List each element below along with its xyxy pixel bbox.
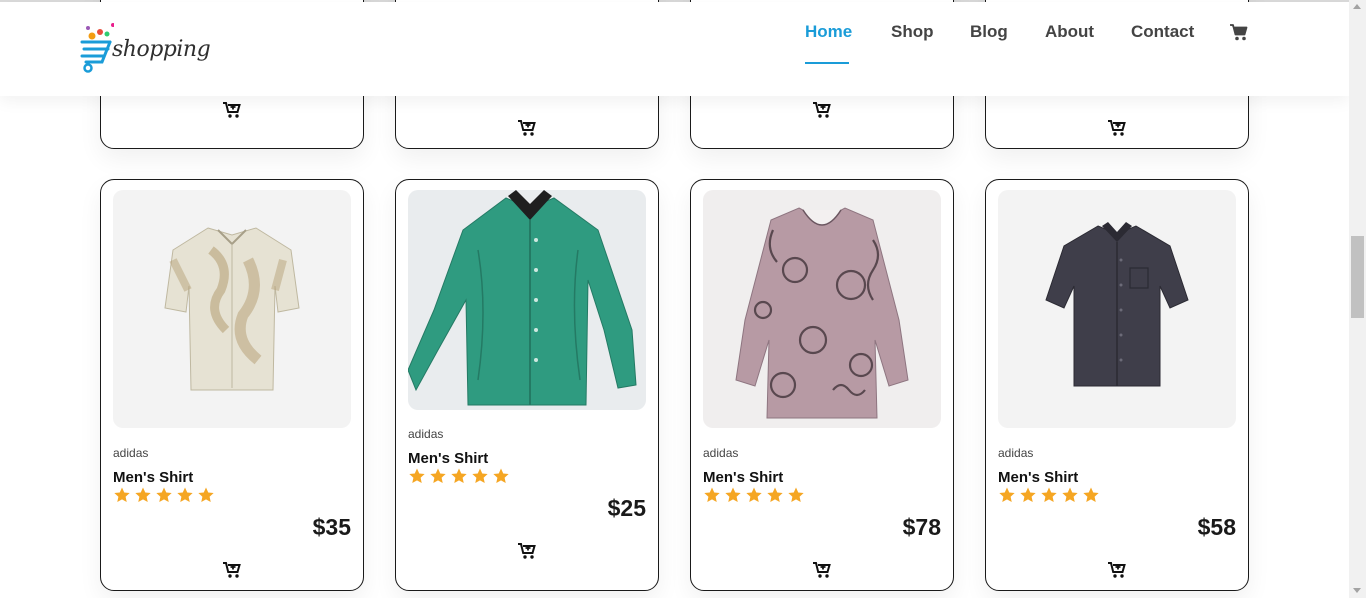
star-icon bbox=[767, 487, 783, 503]
product-card[interactable]: adidas Men's Shirt $35 bbox=[100, 179, 364, 591]
rating-stars bbox=[113, 486, 215, 504]
star-icon bbox=[451, 468, 467, 484]
product-card[interactable]: adidas Men's Shirt $25 bbox=[395, 179, 659, 591]
add-to-cart-icon[interactable] bbox=[517, 542, 537, 560]
rating-stars bbox=[703, 486, 805, 504]
cart-icon[interactable] bbox=[1229, 22, 1249, 42]
add-to-cart-icon[interactable] bbox=[517, 119, 537, 137]
product-brand: adidas bbox=[113, 446, 149, 460]
rating-stars bbox=[408, 467, 510, 485]
star-icon bbox=[788, 487, 804, 503]
add-to-cart-icon[interactable] bbox=[1107, 119, 1127, 137]
star-icon bbox=[999, 487, 1015, 503]
product-title[interactable]: Men's Shirt bbox=[703, 469, 783, 486]
scroll-up-arrow-icon[interactable] bbox=[1353, 4, 1361, 9]
nav-active-underline bbox=[805, 62, 849, 64]
product-price: $35 bbox=[312, 514, 351, 540]
nav-shop[interactable]: Shop bbox=[891, 22, 934, 42]
star-icon bbox=[156, 487, 172, 503]
product-card[interactable]: adidas Men's Shirt $78 bbox=[690, 179, 954, 591]
page-scrollbar[interactable] bbox=[1349, 0, 1366, 598]
product-price: $25 bbox=[607, 495, 646, 521]
star-icon bbox=[704, 487, 720, 503]
product-title[interactable]: Men's Shirt bbox=[998, 469, 1078, 486]
scrollbar-thumb[interactable] bbox=[1351, 236, 1364, 318]
add-to-cart-icon[interactable] bbox=[222, 101, 242, 119]
product-title[interactable]: Men's Shirt bbox=[408, 450, 488, 467]
site-logo[interactable]: shopping bbox=[80, 22, 211, 76]
product-image[interactable] bbox=[408, 190, 646, 410]
star-icon bbox=[1062, 487, 1078, 503]
add-to-cart-icon[interactable] bbox=[812, 101, 832, 119]
product-price: $78 bbox=[902, 514, 941, 540]
scroll-down-arrow-icon[interactable] bbox=[1353, 588, 1361, 593]
nav-contact[interactable]: Contact bbox=[1131, 22, 1194, 42]
star-icon bbox=[472, 468, 488, 484]
star-icon bbox=[114, 487, 130, 503]
beige-shirt-image bbox=[164, 227, 300, 391]
add-to-cart-icon[interactable] bbox=[222, 561, 242, 579]
nav-home[interactable]: Home bbox=[805, 22, 852, 42]
product-card[interactable]: adidas Men's Shirt $58 bbox=[985, 179, 1249, 591]
product-title[interactable]: Men's Shirt bbox=[113, 469, 193, 486]
star-icon bbox=[177, 487, 193, 503]
rating-stars bbox=[998, 486, 1100, 504]
product-brand: adidas bbox=[998, 446, 1034, 460]
mauve-blouse-image bbox=[735, 207, 909, 419]
product-image[interactable] bbox=[113, 190, 351, 428]
product-image[interactable] bbox=[998, 190, 1236, 428]
star-icon bbox=[493, 468, 509, 484]
dark-shirt-image bbox=[1045, 222, 1189, 387]
shopping-cart-logo-icon bbox=[80, 23, 114, 73]
product-price: $58 bbox=[1197, 514, 1236, 540]
star-icon bbox=[746, 487, 762, 503]
add-to-cart-icon[interactable] bbox=[1107, 561, 1127, 579]
star-icon bbox=[1083, 487, 1099, 503]
green-shirt-image bbox=[408, 190, 637, 406]
star-icon bbox=[135, 487, 151, 503]
star-icon bbox=[409, 468, 425, 484]
star-icon bbox=[198, 487, 214, 503]
star-icon bbox=[1041, 487, 1057, 503]
logo-text: shopping bbox=[112, 37, 211, 62]
nav-about[interactable]: About bbox=[1045, 22, 1094, 42]
product-image[interactable] bbox=[703, 190, 941, 428]
product-brand: adidas bbox=[703, 446, 739, 460]
product-brand: adidas bbox=[408, 427, 444, 441]
site-header: shopping Home Shop Blog About Contact bbox=[0, 2, 1349, 96]
nav-blog[interactable]: Blog bbox=[970, 22, 1008, 42]
star-icon bbox=[1020, 487, 1036, 503]
star-icon bbox=[725, 487, 741, 503]
add-to-cart-icon[interactable] bbox=[812, 561, 832, 579]
star-icon bbox=[430, 468, 446, 484]
